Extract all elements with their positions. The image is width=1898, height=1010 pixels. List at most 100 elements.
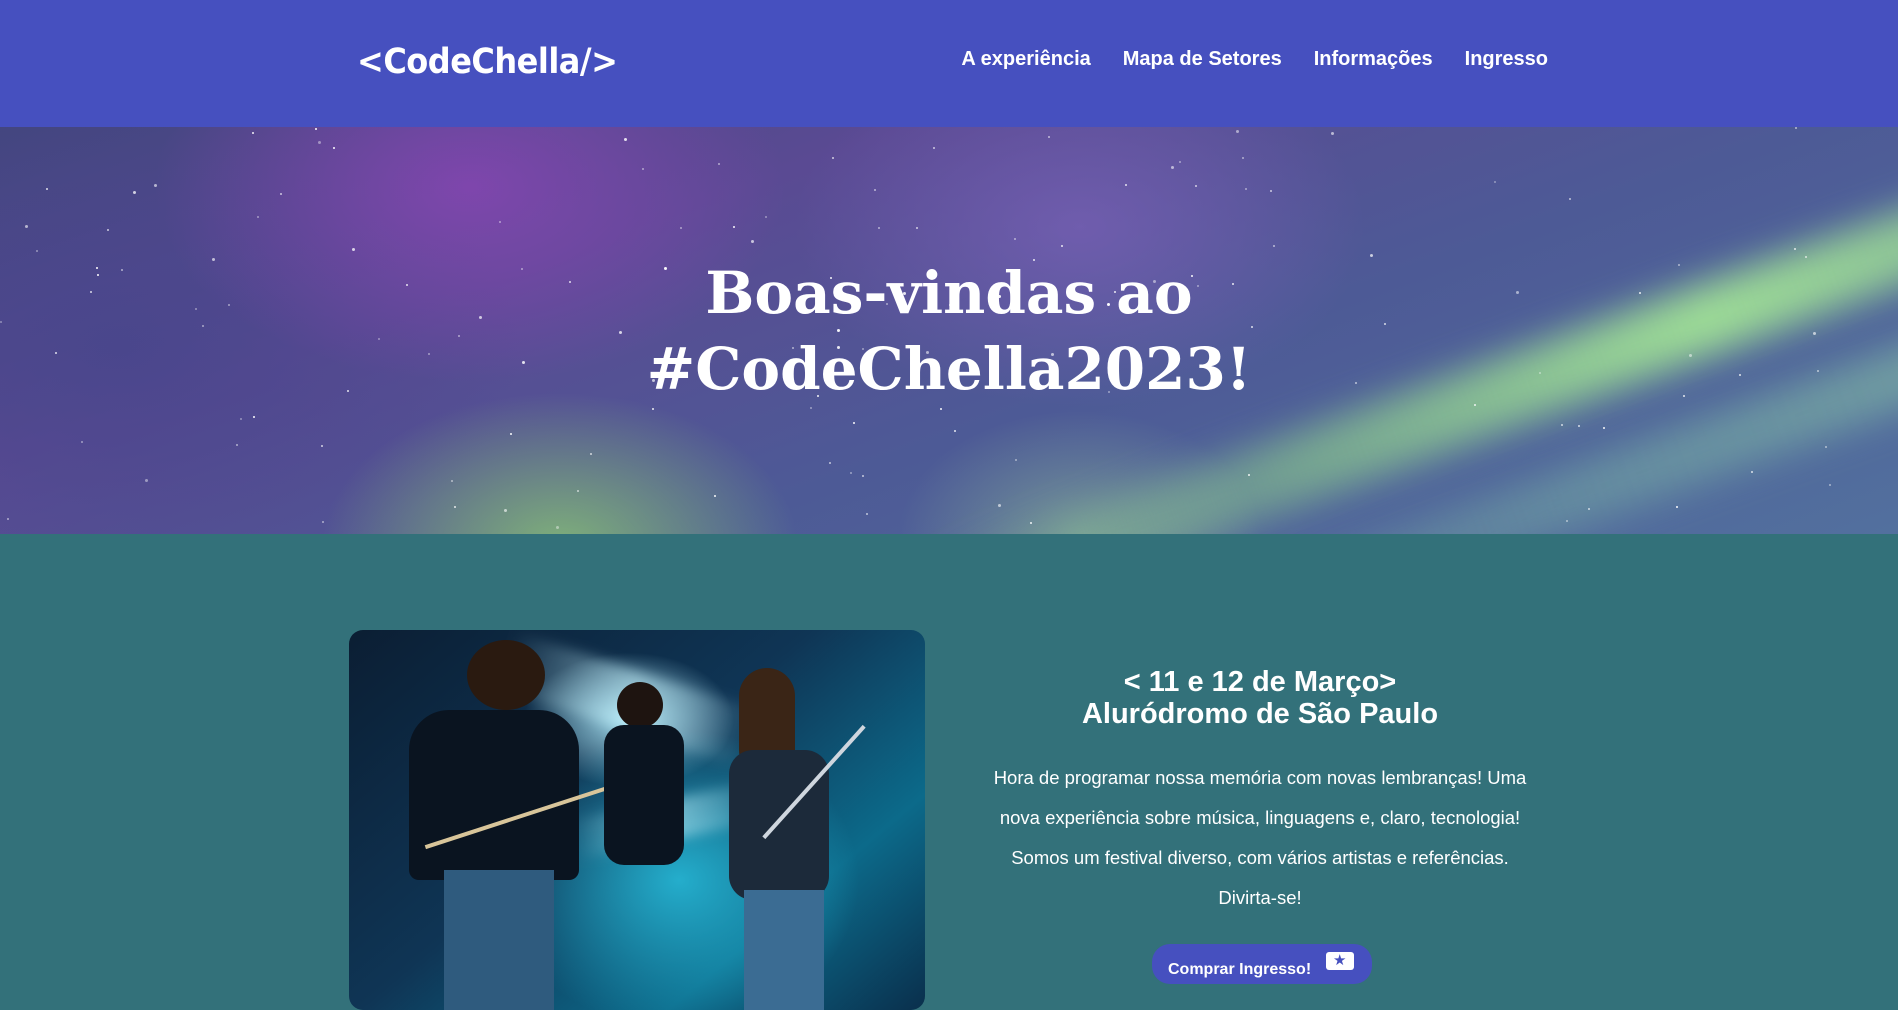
star-dot <box>751 240 754 243</box>
star-dot <box>556 526 559 529</box>
main-nav: A experiência Mapa de Setores Informaçõe… <box>961 48 1548 71</box>
star-dot <box>652 408 654 410</box>
event-date: < 11 e 12 de Março> <box>1123 666 1397 698</box>
star-dot <box>1588 508 1590 510</box>
event-location: Aluródromo de São Paulo <box>1081 698 1439 730</box>
star-dot <box>510 433 512 435</box>
star-dot <box>1014 238 1016 240</box>
star-dot <box>7 518 9 520</box>
star-dot <box>133 191 136 194</box>
star-dot <box>1242 157 1244 159</box>
star-dot <box>832 157 834 159</box>
star-dot <box>954 430 956 432</box>
star-dot <box>933 147 935 149</box>
band-photo <box>349 630 925 1010</box>
site-header: <CodeChella/> A experiência Mapa de Seto… <box>0 0 1898 127</box>
star-dot <box>874 189 876 191</box>
star-dot <box>1794 248 1796 250</box>
star-dot <box>1248 474 1250 476</box>
star-dot <box>850 472 852 474</box>
nav-link-ingresso[interactable]: Ingresso <box>1465 48 1548 71</box>
star-dot <box>454 506 456 508</box>
star-dot <box>1795 127 1797 129</box>
nav-link-experiencia[interactable]: A experiência <box>961 48 1090 71</box>
event-description: Hora de programar nossa memória com nova… <box>993 767 1527 908</box>
star-dot <box>1751 471 1753 473</box>
star-dot <box>1603 427 1605 429</box>
nav-link-mapa-setores[interactable]: Mapa de Setores <box>1123 48 1282 71</box>
hero-title-line: Boas-vindas ao <box>705 259 1193 327</box>
star-dot <box>1030 522 1032 524</box>
star-dot <box>1195 185 1197 187</box>
star-dot <box>154 184 157 187</box>
star-dot <box>765 216 767 218</box>
ticket-icon <box>1326 951 1354 970</box>
hero-title-line: #CodeChella2023! <box>646 335 1252 403</box>
star-dot <box>315 128 317 130</box>
star-dot <box>1061 245 1063 247</box>
star-dot <box>257 216 259 218</box>
star-dot <box>1561 424 1563 426</box>
star-dot <box>253 416 255 418</box>
star-dot <box>1125 184 1127 186</box>
star-dot <box>866 513 868 515</box>
star-dot <box>240 418 242 420</box>
star-dot <box>577 490 579 492</box>
star-dot <box>352 248 355 251</box>
star-dot <box>878 227 880 229</box>
star-dot <box>733 226 735 228</box>
star-dot <box>1270 190 1272 192</box>
star-dot <box>499 221 501 223</box>
star-dot <box>718 163 720 165</box>
star-dot <box>451 480 453 482</box>
buy-ticket-label: Comprar Ingresso! <box>1168 960 1312 978</box>
star-dot <box>333 147 335 149</box>
event-details: < 11 e 12 de Março> Aluródromo de São Pa… <box>980 666 1540 918</box>
star-dot <box>252 132 254 134</box>
star-dot <box>1829 484 1831 486</box>
star-dot <box>236 444 238 446</box>
star-dot <box>590 453 592 455</box>
star-dot <box>81 441 83 443</box>
star-dot <box>322 521 324 523</box>
star-dot <box>1179 161 1181 163</box>
star-dot <box>1015 459 1017 461</box>
star-dot <box>107 229 109 231</box>
event-info-section: < 11 e 12 de Março> Aluródromo de São Pa… <box>0 534 1898 1010</box>
nav-link-informacoes[interactable]: Informações <box>1314 48 1433 71</box>
star-dot <box>853 422 855 424</box>
hero-title: Boas-vindas ao #CodeChella2023! <box>0 255 1898 407</box>
star-dot <box>1048 136 1050 138</box>
star-dot <box>916 227 918 229</box>
star-dot <box>145 479 148 482</box>
star-dot <box>1245 188 1247 190</box>
hero-banner: Boas-vindas ao #CodeChella2023! <box>0 127 1898 534</box>
star-dot <box>318 141 321 144</box>
star-dot <box>1825 446 1827 448</box>
star-dot <box>1273 245 1275 247</box>
star-dot <box>1171 166 1174 169</box>
star-dot <box>504 509 507 512</box>
star-dot <box>940 408 942 410</box>
star-dot <box>46 188 48 190</box>
star-dot <box>642 168 644 170</box>
star-dot <box>36 250 38 252</box>
logo[interactable]: <CodeChella/> <box>357 40 618 81</box>
star-dot <box>1494 181 1496 183</box>
star-dot <box>998 504 1001 507</box>
star-dot <box>1676 506 1678 508</box>
star-dot <box>1566 520 1568 522</box>
star-dot <box>1569 198 1571 200</box>
star-dot <box>1578 425 1580 427</box>
star-dot <box>680 227 682 229</box>
star-dot <box>862 475 864 477</box>
star-dot <box>280 193 282 195</box>
star-dot <box>1236 130 1239 133</box>
star-dot <box>1331 132 1334 135</box>
star-dot <box>714 495 716 497</box>
star-dot <box>810 407 812 409</box>
star-dot <box>25 225 28 228</box>
star-dot <box>829 462 831 464</box>
star-dot <box>624 138 627 141</box>
star-dot <box>321 445 323 447</box>
